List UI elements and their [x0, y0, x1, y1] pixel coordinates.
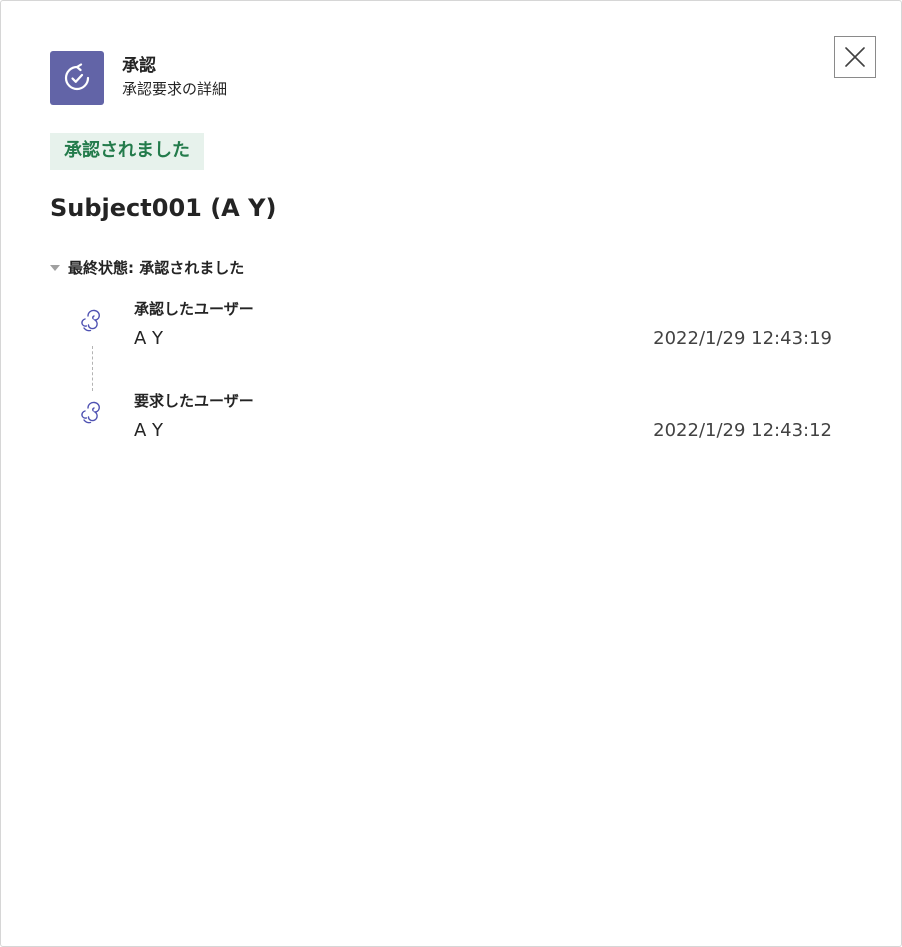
final-state-toggle[interactable]: 最終状態: 承認されました: [50, 255, 244, 279]
timeline-row-requester: 要求したユーザー A Y 2022/1/29 12:43:12: [1, 390, 901, 450]
approval-details-dialog: 承認 承認要求の詳細 承認されました Subject001 (A Y) 最終状態…: [0, 0, 902, 947]
close-icon: [845, 47, 865, 67]
timeline-connector: [92, 346, 93, 391]
timeline-row-approver: 承認したユーザー A Y 2022/1/29 12:43:19: [1, 298, 901, 358]
final-state-label: 最終状態: 承認されました: [68, 258, 245, 277]
request-title: Subject001 (A Y): [50, 194, 277, 222]
user-avatar-icon: [81, 401, 100, 424]
timeline-role: 要求したユーザー: [134, 392, 254, 410]
status-badge: 承認されました: [50, 133, 204, 170]
timeline-timestamp: 2022/1/29 12:43:19: [653, 328, 832, 349]
app-subtitle: 承認要求の詳細: [122, 80, 228, 98]
app-title: 承認: [122, 56, 156, 76]
close-button[interactable]: [834, 36, 876, 78]
approvals-icon: [50, 51, 104, 105]
timeline-user-name: A Y: [134, 420, 164, 441]
timeline-timestamp: 2022/1/29 12:43:12: [653, 420, 832, 441]
caret-down-icon: [50, 265, 60, 271]
app-header: 承認 承認要求の詳細: [50, 51, 227, 105]
timeline-user-name: A Y: [134, 328, 164, 349]
timeline-role: 承認したユーザー: [134, 300, 254, 318]
user-avatar-icon: [81, 309, 100, 332]
